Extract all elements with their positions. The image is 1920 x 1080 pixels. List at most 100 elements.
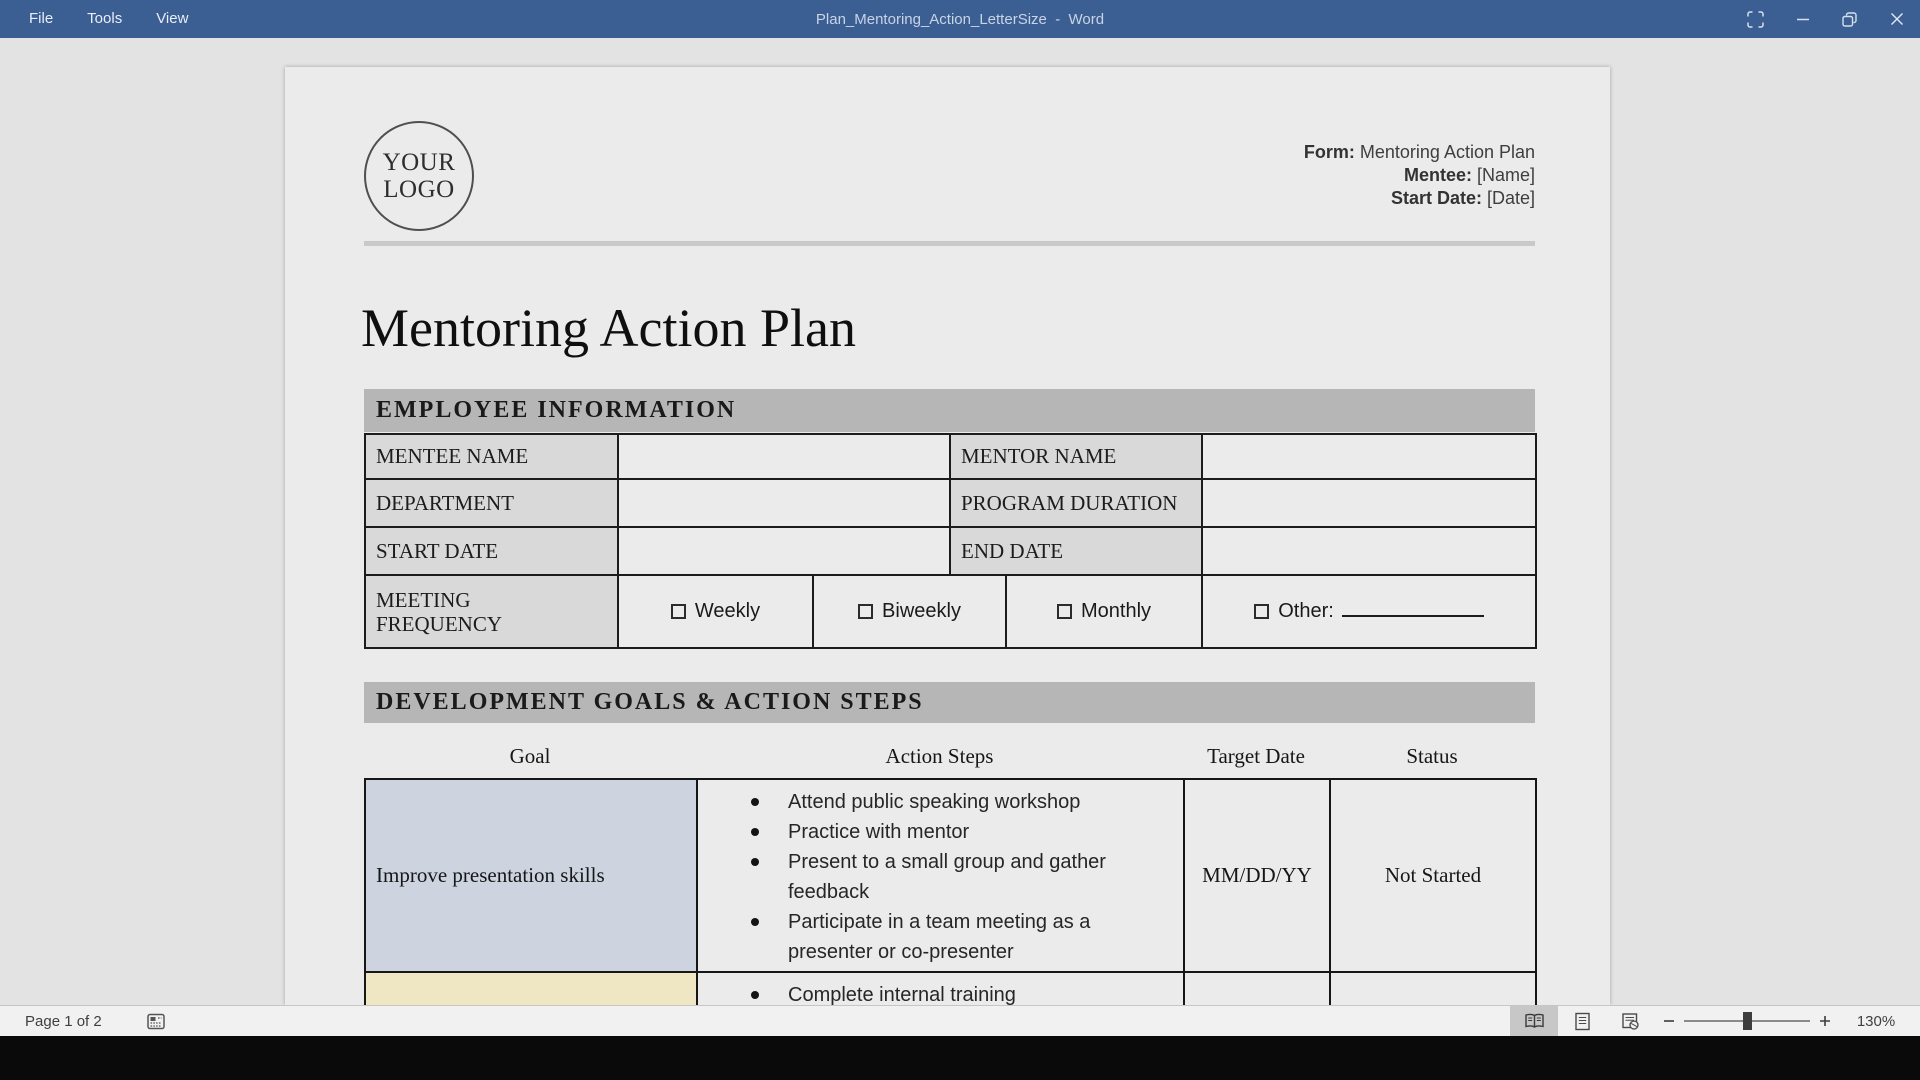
mentor-name-field[interactable] xyxy=(1202,434,1536,479)
program-duration-field[interactable] xyxy=(1202,479,1536,527)
menu-bar: File Tools View xyxy=(0,0,205,38)
logo-text-line1: YOUR xyxy=(383,149,456,176)
biweekly-checkbox[interactable] xyxy=(858,604,873,619)
status-bar-right: 130% xyxy=(1510,1006,1920,1036)
goals-column-headers: Goal Action Steps Target Date Status xyxy=(364,735,1535,778)
page-indicator[interactable]: Page 1 of 2 xyxy=(25,1013,102,1030)
form-meta-startdate-value: [Date] xyxy=(1482,188,1535,208)
goals-table: Improve presentation skills Attend publi… xyxy=(364,778,1537,1005)
monthly-checkbox[interactable] xyxy=(1057,604,1072,619)
close-button[interactable] xyxy=(1873,0,1920,38)
title-bar: File Tools View Plan_Mentoring_Action_Le… xyxy=(0,0,1920,38)
department-label: DEPARTMENT xyxy=(365,479,618,527)
minimize-button[interactable] xyxy=(1779,0,1826,38)
department-field[interactable] xyxy=(618,479,950,527)
page-thumbnail-button[interactable] xyxy=(146,1012,167,1031)
meeting-frequency-table: MEETING FREQUENCY Weekly Biweekly Monthl… xyxy=(364,574,1537,649)
frequency-option-biweekly: Biweekly xyxy=(813,575,1006,648)
form-meta-form-value: Mentoring Action Plan xyxy=(1355,142,1535,162)
goals-section-header: DEVELOPMENT GOALS & ACTION STEPS xyxy=(364,682,1535,723)
frequency-option-weekly: Weekly xyxy=(618,575,813,648)
end-date-field[interactable] xyxy=(1202,527,1536,575)
page-grid-icon xyxy=(146,1012,167,1031)
employee-info-section-header: EMPLOYEE INFORMATION xyxy=(364,389,1535,432)
print-layout-icon xyxy=(1574,1012,1591,1031)
fit-screen-icon xyxy=(1746,10,1765,29)
header-divider xyxy=(364,241,1535,246)
status-cell[interactable] xyxy=(1330,972,1536,1005)
mentor-name-label: MENTOR NAME xyxy=(950,434,1202,479)
mentee-name-label: MENTEE NAME xyxy=(365,434,618,479)
list-item: Complete internal training xyxy=(698,980,1177,1005)
minimize-icon xyxy=(1795,11,1811,27)
status-column-header: Status xyxy=(1329,735,1535,778)
employee-info-tables: MENTEE NAME MENTOR NAME DEPARTMENT PROGR… xyxy=(364,433,1535,649)
action-steps-cell[interactable]: Complete internal training xyxy=(697,972,1184,1005)
table-row: START DATE END DATE xyxy=(365,527,1536,575)
web-layout-button[interactable] xyxy=(1606,1006,1654,1036)
zoom-slider[interactable] xyxy=(1684,1020,1810,1022)
table-row: Improve presentation skills Attend publi… xyxy=(365,779,1536,972)
form-meta-form-label: Form: xyxy=(1304,142,1355,162)
table-row: DEPARTMENT PROGRAM DURATION xyxy=(365,479,1536,527)
program-duration-label: PROGRAM DURATION xyxy=(950,479,1202,527)
target-date-cell[interactable]: MM/DD/YY xyxy=(1184,779,1330,972)
weekly-checkbox[interactable] xyxy=(671,604,686,619)
restore-icon xyxy=(1841,11,1858,28)
plus-icon xyxy=(1819,1015,1831,1027)
restore-button[interactable] xyxy=(1826,0,1873,38)
other-label: Other: xyxy=(1278,600,1334,622)
status-cell[interactable]: Not Started xyxy=(1330,779,1536,972)
web-layout-icon xyxy=(1621,1012,1640,1031)
meeting-frequency-label: MEETING FREQUENCY xyxy=(365,575,618,648)
read-mode-icon xyxy=(1523,1013,1546,1030)
goal-cell[interactable]: Improve presentation skills xyxy=(365,779,697,972)
goal-column-header: Goal xyxy=(364,735,696,778)
form-meta-startdate: Start Date: [Date] xyxy=(1304,187,1535,210)
fit-screen-button[interactable] xyxy=(1732,0,1779,38)
menu-tools[interactable]: Tools xyxy=(70,0,139,38)
document-workspace: YOUR LOGO Form: Mentoring Action Plan Me… xyxy=(0,38,1920,1005)
target-date-column-header: Target Date xyxy=(1183,735,1329,778)
action-steps-column-header: Action Steps xyxy=(696,735,1183,778)
status-bar: Page 1 of 2 130% xyxy=(0,1005,1920,1036)
action-steps-list: Attend public speaking workshop Practice… xyxy=(698,780,1183,967)
zoom-level[interactable]: 130% xyxy=(1850,1013,1902,1030)
zoom-out-button[interactable] xyxy=(1654,1006,1684,1036)
action-steps-cell[interactable]: Attend public speaking workshop Practice… xyxy=(697,779,1184,972)
close-icon xyxy=(1889,11,1905,27)
form-meta-mentee: Mentee: [Name] xyxy=(1304,164,1535,187)
weekly-label: Weekly xyxy=(695,600,760,622)
form-meta-block: Form: Mentoring Action Plan Mentee: [Nam… xyxy=(1304,141,1535,210)
table-row: MENTEE NAME MENTOR NAME xyxy=(365,434,1536,479)
action-steps-list: Complete internal training xyxy=(698,973,1183,1005)
menu-file[interactable]: File xyxy=(12,0,70,38)
frequency-option-other: Other: xyxy=(1202,575,1536,648)
logo-text-line2: LOGO xyxy=(383,176,454,203)
document-page[interactable]: YOUR LOGO Form: Mentoring Action Plan Me… xyxy=(285,67,1610,1005)
other-blank-field[interactable] xyxy=(1342,602,1484,617)
start-date-field[interactable] xyxy=(618,527,950,575)
company-logo: YOUR LOGO xyxy=(364,121,474,231)
biweekly-label: Biweekly xyxy=(882,600,961,622)
list-item: Attend public speaking workshop xyxy=(698,787,1177,817)
zoom-in-button[interactable] xyxy=(1810,1006,1840,1036)
print-layout-button[interactable] xyxy=(1558,1006,1606,1036)
mentee-name-field[interactable] xyxy=(618,434,950,479)
bottom-black-bar xyxy=(0,1036,1920,1080)
table-row: MEETING FREQUENCY Weekly Biweekly Monthl… xyxy=(365,575,1536,648)
goal-cell[interactable] xyxy=(365,972,697,1005)
list-item: Present to a small group and gather feed… xyxy=(698,847,1177,907)
form-meta-form: Form: Mentoring Action Plan xyxy=(1304,141,1535,164)
window-controls xyxy=(1732,0,1920,38)
list-item: Practice with mentor xyxy=(698,817,1177,847)
frequency-option-monthly: Monthly xyxy=(1006,575,1202,648)
read-mode-button[interactable] xyxy=(1510,1006,1558,1036)
table-row: Complete internal training xyxy=(365,972,1536,1005)
zoom-slider-thumb[interactable] xyxy=(1743,1012,1752,1030)
end-date-label: END DATE xyxy=(950,527,1202,575)
target-date-cell[interactable] xyxy=(1184,972,1330,1005)
monthly-label: Monthly xyxy=(1081,600,1151,622)
other-checkbox[interactable] xyxy=(1254,604,1269,619)
menu-view[interactable]: View xyxy=(139,0,205,38)
